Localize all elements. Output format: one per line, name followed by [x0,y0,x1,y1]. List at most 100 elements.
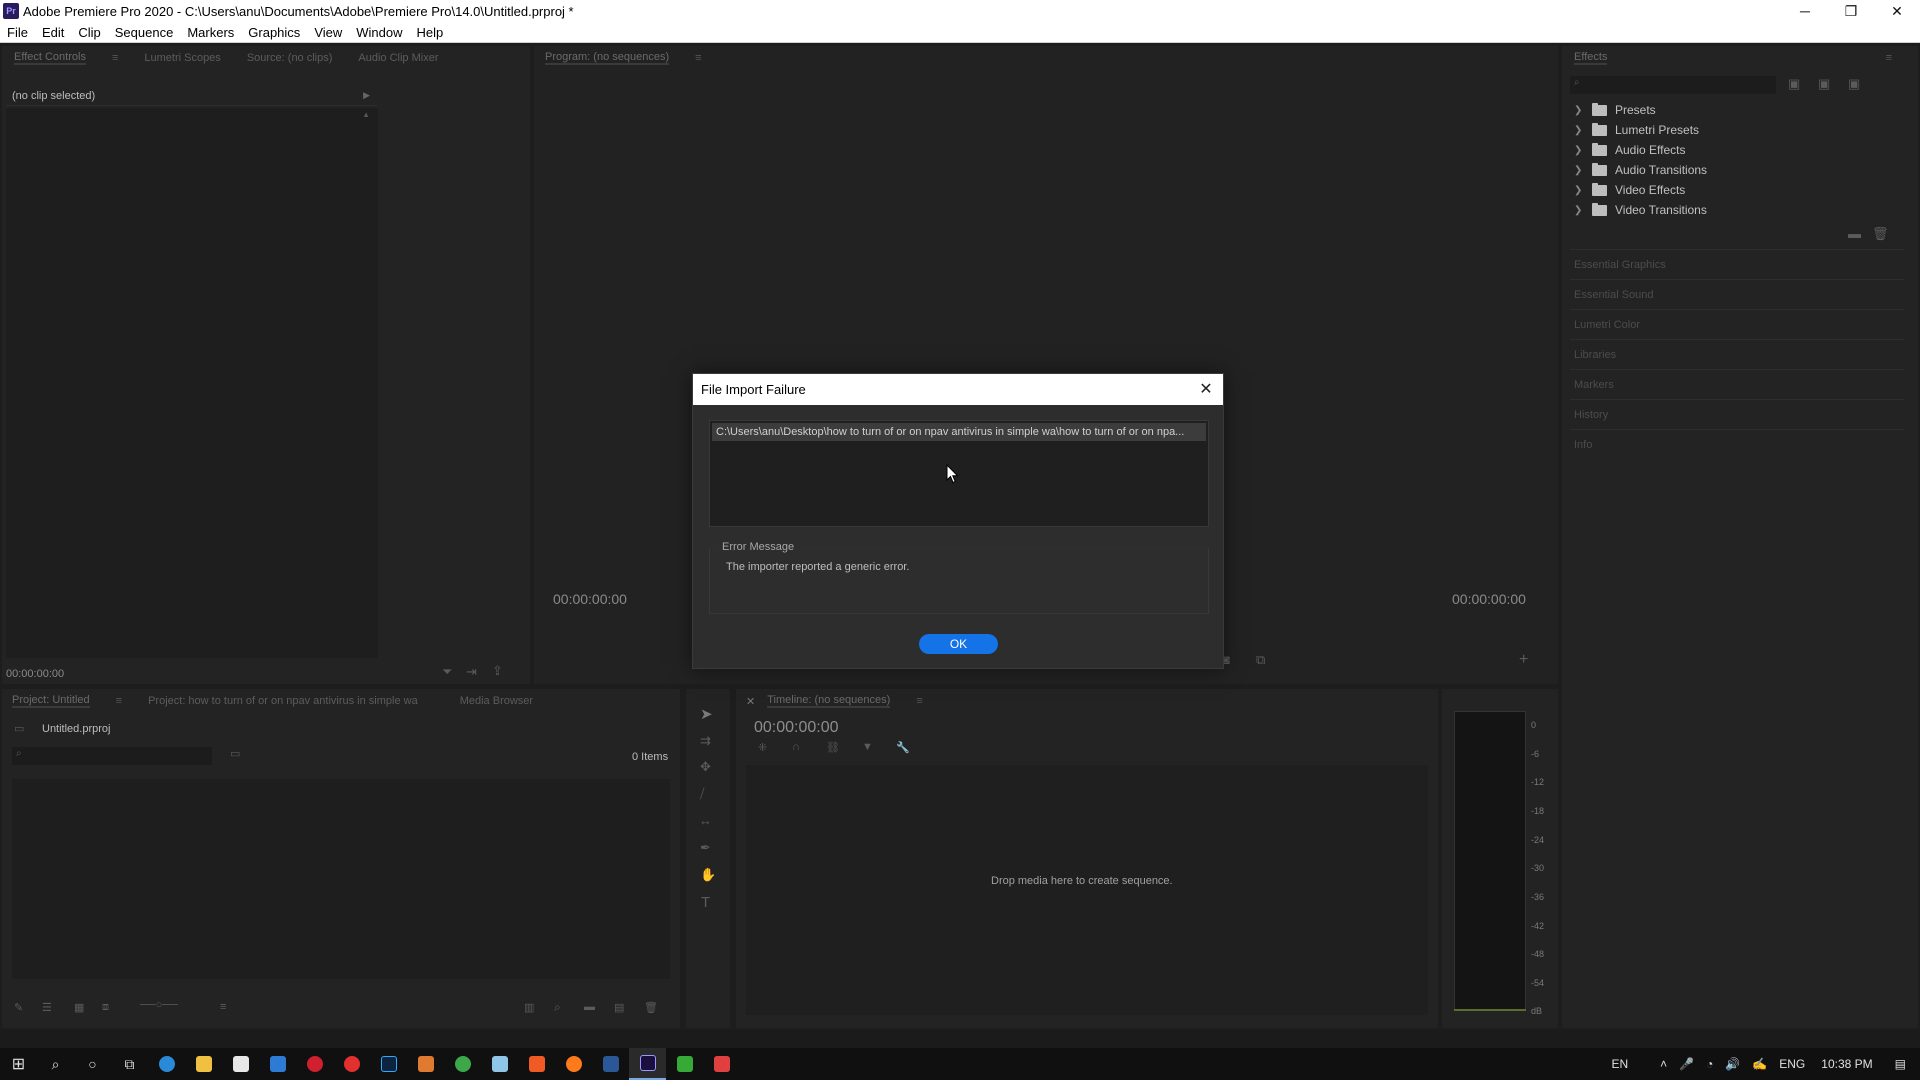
ok-button[interactable]: OK [919,634,998,654]
search-icon[interactable]: ⌕ [37,1048,74,1080]
failed-file-row[interactable]: C:\Users\anu\Desktop\how to turn of or o… [712,423,1206,441]
timeline-close-icon[interactable]: ✕ [746,695,755,708]
effects-item-video-effects[interactable]: ❯ Video Effects [1574,180,1685,200]
section-libraries[interactable]: Libraries [1570,339,1904,369]
tab-lumetri-scopes[interactable]: Lumetri Scopes [144,52,220,64]
failed-files-list[interactable]: C:\Users\anu\Desktop\how to turn of or o… [709,420,1209,527]
linked-selection-icon[interactable]: ⛓ [826,741,840,754]
chevron-up-icon[interactable]: ˄ [1660,1057,1667,1071]
menu-edit[interactable]: Edit [35,25,71,40]
32bit-effects-icon[interactable]: ▣ [1818,76,1830,92]
windows-start-icon[interactable]: ⊞ [0,1048,37,1080]
delete-icon[interactable]: 🗑 [1872,226,1889,242]
automate-icon[interactable]: ▥ [524,1001,534,1014]
accelerated-effects-icon[interactable]: ▣ [1788,76,1800,92]
notepad-icon[interactable] [481,1048,518,1080]
freeform-view-icon[interactable]: ⧈ [102,1001,109,1014]
chrome-icon[interactable] [444,1048,481,1080]
menu-graphics[interactable]: Graphics [241,25,307,40]
brave-icon[interactable] [518,1048,555,1080]
compare-icon[interactable]: ⧉ [1256,652,1265,668]
effects-item-lumetri-presets[interactable]: ❯ Lumetri Presets [1574,120,1699,140]
tab-effect-controls[interactable]: Effect Controls [14,51,86,65]
tab-effects[interactable]: Effects [1574,51,1608,65]
menu-markers[interactable]: Markers [180,25,241,40]
section-markers[interactable]: Markers [1570,369,1904,399]
tab-program[interactable]: Program: (no sequences) [545,51,670,65]
slip-tool-icon[interactable]: ↔ [699,813,712,828]
panel-menu-icon[interactable]: ≡ [112,52,118,64]
menu-help[interactable]: Help [410,25,451,40]
recorder-icon[interactable] [703,1048,740,1080]
new-bin-bottom-icon[interactable]: ▬ [584,1001,595,1013]
clock-time[interactable]: 10:38 PM [1821,1057,1872,1071]
minimize-button[interactable]: ─ [1782,0,1828,22]
store-icon[interactable] [222,1048,259,1080]
pencil-icon[interactable]: ✎ [14,1001,23,1014]
restore-button[interactable]: ❐ [1828,0,1874,22]
nest-icon[interactable]: ⁜ [758,741,767,754]
edge-icon[interactable] [148,1048,185,1080]
new-bin-icon[interactable]: ▬ [1848,226,1861,241]
add-marker-icon[interactable]: ▼ [862,741,873,753]
effects-item-presets[interactable]: ❯ Presets [1574,100,1656,120]
menu-view[interactable]: View [307,25,349,40]
photoshop-icon[interactable] [370,1048,407,1080]
effects-menu-icon[interactable]: ≡ [1886,52,1892,64]
yuv-effects-icon[interactable]: ▣ [1848,76,1860,92]
effects-item-video-transitions[interactable]: ❯ Video Transitions [1574,200,1707,220]
chevron-right-icon[interactable]: ❯ [1574,185,1586,196]
timeline-drop-area[interactable] [746,765,1428,1015]
add-button-icon[interactable]: + [1519,651,1528,669]
section-essential-graphics[interactable]: Essential Graphics [1570,249,1904,279]
mail-icon[interactable] [259,1048,296,1080]
menu-file[interactable]: File [0,25,35,40]
clear-icon[interactable]: 🗑 [644,1001,658,1014]
task-view-icon[interactable]: ⧉ [111,1048,148,1080]
volume-icon[interactable]: 🔊 [1725,1057,1740,1071]
icon-view-icon[interactable]: ▦ [74,1001,84,1014]
wrench-icon[interactable]: 🔧 [896,741,910,754]
play-arrow-icon[interactable]: ▶ [363,90,370,101]
camtasia-icon[interactable] [666,1048,703,1080]
section-lumetri-color[interactable]: Lumetri Color [1570,309,1904,339]
program-menu-icon[interactable]: ≡ [695,52,701,64]
file-explorer-icon[interactable] [185,1048,222,1080]
project-menu-icon[interactable]: ≡ [116,695,122,707]
chevron-right-icon[interactable]: ❯ [1574,145,1586,156]
tab-audio-clip-mixer[interactable]: Audio Clip Mixer [358,52,438,64]
tab-media-browser[interactable]: Media Browser [460,695,533,707]
sort-icon[interactable]: ≡ [220,1001,226,1013]
filter-icon[interactable]: ⏷ [442,664,452,680]
word-icon[interactable] [592,1048,629,1080]
pen-tool-icon[interactable]: ✒ [700,840,711,856]
section-history[interactable]: History [1570,399,1904,429]
find-icon[interactable]: ⌕ [554,1000,561,1015]
tab-project-untitled[interactable]: Project: Untitled [12,694,90,708]
effects-item-audio-transitions[interactable]: ❯ Audio Transitions [1574,160,1707,180]
hand-tool-icon[interactable]: ✋ [700,867,716,883]
window-close-button[interactable]: ✕ [1874,0,1920,22]
microphone-icon[interactable]: 🎤 [1679,1057,1694,1071]
network-icon[interactable]: ◔ [1706,1057,1713,1071]
chevron-right-icon[interactable]: ❯ [1574,165,1586,176]
app-orange-icon[interactable] [407,1048,444,1080]
export-icon[interactable]: ⇪ [492,663,503,679]
list-view-icon[interactable]: ☰ [42,1001,52,1014]
pen-ink-icon[interactable]: ✍ [1752,1057,1767,1071]
project-content-area[interactable] [12,779,670,979]
tab-project-npav[interactable]: Project: how to turn of or on npav antiv… [148,695,418,707]
timeline-menu-icon[interactable]: ≡ [916,695,922,707]
premiere-taskbar-icon[interactable] [629,1048,666,1080]
new-item-icon[interactable]: ▤ [614,1001,624,1014]
firefox-icon[interactable] [555,1048,592,1080]
notification-icon[interactable]: ▤ [1895,1057,1906,1071]
effects-item-audio-effects[interactable]: ❯ Audio Effects [1574,140,1686,160]
section-essential-sound[interactable]: Essential Sound [1570,279,1904,309]
opera-gx-icon[interactable] [333,1048,370,1080]
tab-timeline[interactable]: Timeline: (no sequences) [767,694,891,708]
effects-search-input[interactable]: ⌕ [1570,76,1776,94]
chevron-right-icon[interactable]: ❯ [1574,125,1586,136]
razor-tool-icon[interactable]: ⧸ [700,786,704,802]
ripple-edit-icon[interactable]: ✥ [700,759,711,775]
